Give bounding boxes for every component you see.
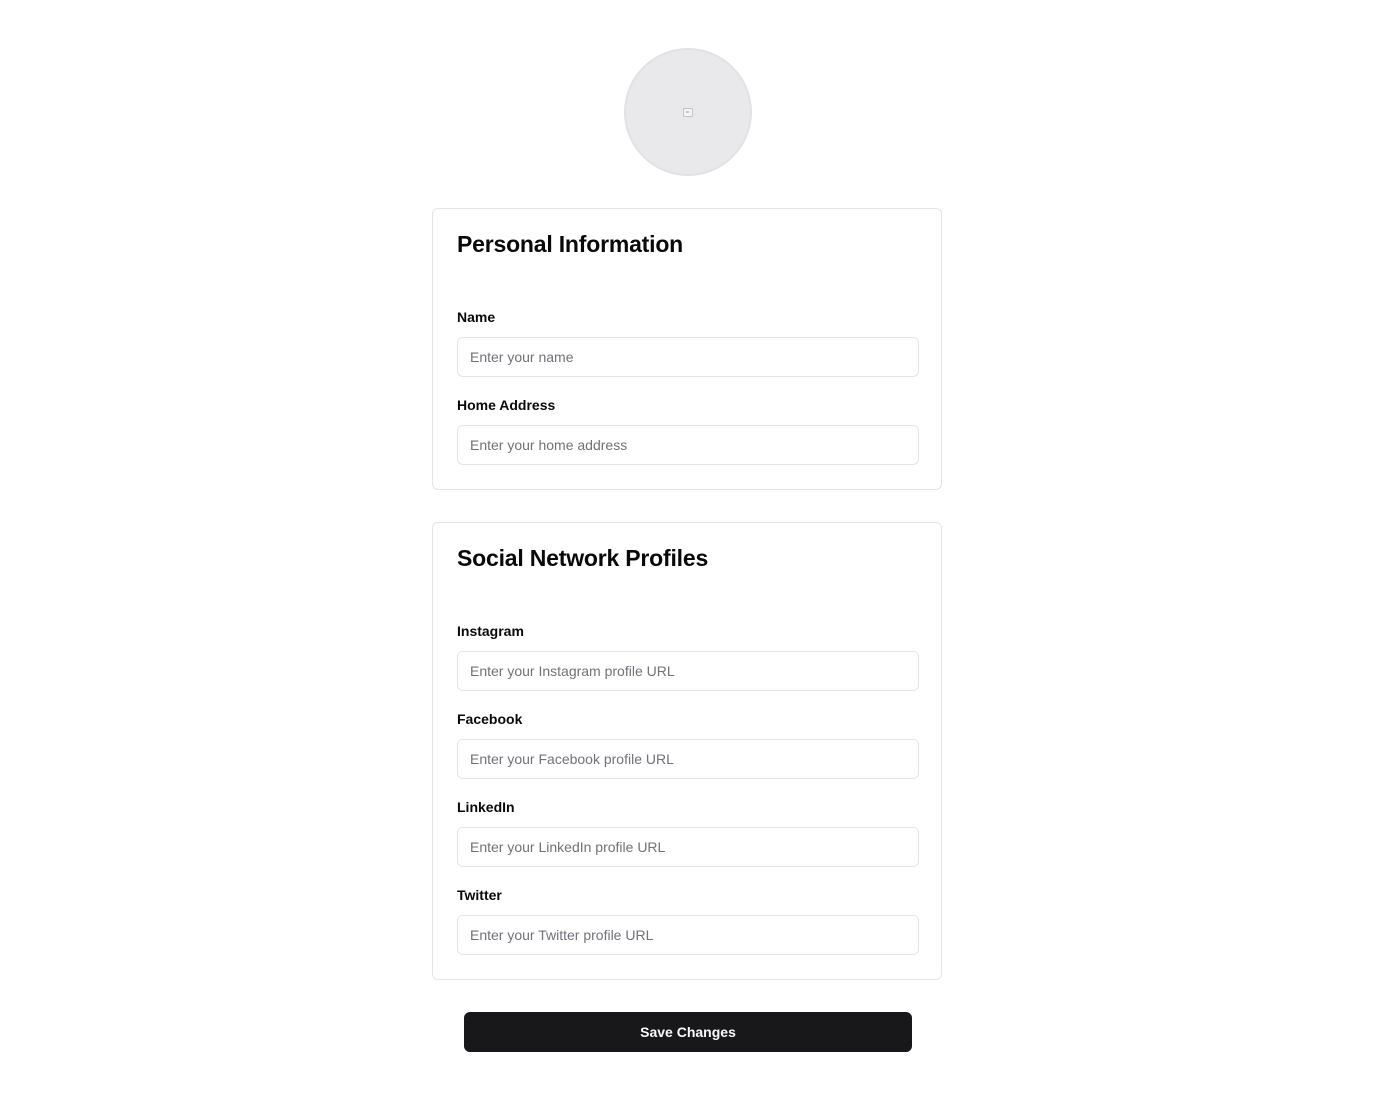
home-address-input[interactable] <box>457 425 919 465</box>
linkedin-input[interactable] <box>457 827 919 867</box>
social-network-profiles-title: Social Network Profiles <box>457 545 709 571</box>
image-placeholder-icon <box>683 107 693 117</box>
personal-information-card: Personal Information Name Home Address <box>432 208 942 490</box>
facebook-label: Facebook <box>457 711 523 727</box>
instagram-input[interactable] <box>457 651 919 691</box>
name-label: Name <box>457 309 496 325</box>
instagram-label: Instagram <box>457 623 524 639</box>
twitter-input[interactable] <box>457 915 919 955</box>
personal-information-title: Personal Information <box>457 231 684 257</box>
name-input[interactable] <box>457 337 919 377</box>
twitter-label: Twitter <box>457 887 502 903</box>
social-network-profiles-card: Social Network Profiles Instagram Facebo… <box>432 522 942 980</box>
avatar-upload[interactable] <box>624 48 752 176</box>
home-address-label: Home Address <box>457 397 556 413</box>
facebook-input[interactable] <box>457 739 919 779</box>
profile-settings-page: Personal Information Name Home Address S… <box>0 0 1376 1100</box>
linkedin-label: LinkedIn <box>457 799 515 815</box>
save-changes-button[interactable]: Save Changes <box>464 1012 912 1052</box>
